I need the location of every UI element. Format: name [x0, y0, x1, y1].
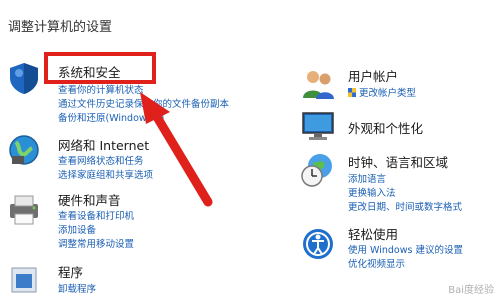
red-arrow-icon: [140, 92, 213, 207]
watermark: Bai度经验: [448, 285, 494, 296]
